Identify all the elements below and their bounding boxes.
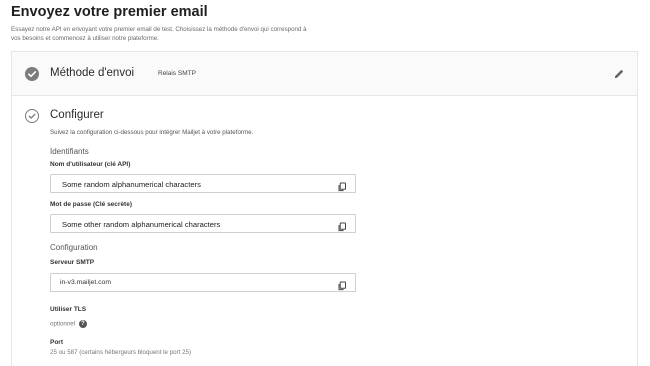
copy-icon[interactable] xyxy=(337,179,347,192)
port-label: Port xyxy=(50,339,63,346)
page-subtitle: Essayez notre API en envoyant votre prem… xyxy=(11,26,307,42)
setup-card: Méthode d'envoi Relais SMTP Configurer S… xyxy=(11,51,638,366)
step-configure-title: Configurer xyxy=(50,109,104,121)
username-label: Nom d'utilisateur (clé API) xyxy=(50,161,131,168)
configuration-heading: Configuration xyxy=(50,243,98,252)
smtp-server-value: in-v3.mailjet.com xyxy=(60,279,111,286)
step-configure-description: Suivez la configuration ci-dessous pour … xyxy=(50,129,254,136)
sending-method-value: Relais SMTP xyxy=(158,70,196,77)
tls-label: Utiliser TLS xyxy=(50,306,87,313)
port-help: 25 ou 587 (certains hébergeurs bloquent … xyxy=(50,349,192,356)
copy-icon[interactable] xyxy=(337,278,347,291)
check-circle-filled-icon xyxy=(25,67,39,81)
identifiants-heading: Identifiants xyxy=(50,147,89,156)
tls-help-text: optionnel xyxy=(50,320,76,328)
password-label: Mot de passe (Clé secrète) xyxy=(50,201,133,208)
username-field[interactable]: Some random alphanumerical characters xyxy=(50,174,356,193)
smtp-server-label: Serveur SMTP xyxy=(50,259,95,266)
password-field[interactable]: Some other random alphanumerical charact… xyxy=(50,214,356,233)
page-title: Envoyez votre premier email xyxy=(11,4,208,20)
username-value: Some random alphanumerical characters xyxy=(62,180,201,189)
pencil-icon[interactable] xyxy=(612,67,626,81)
check-circle-outline-icon xyxy=(25,109,39,123)
smtp-server-field[interactable]: in-v3.mailjet.com xyxy=(50,273,356,292)
step-sending-method: Méthode d'envoi Relais SMTP xyxy=(12,52,637,96)
password-value: Some other random alphanumerical charact… xyxy=(62,220,221,229)
question-icon[interactable]: ? xyxy=(78,320,87,328)
step-configure: Configurer Suivez la configuration ci-de… xyxy=(12,97,637,366)
copy-icon[interactable] xyxy=(337,219,347,232)
tls-help: optionnel ? xyxy=(50,320,87,328)
step-sending-method-title: Méthode d'envoi xyxy=(50,67,135,79)
